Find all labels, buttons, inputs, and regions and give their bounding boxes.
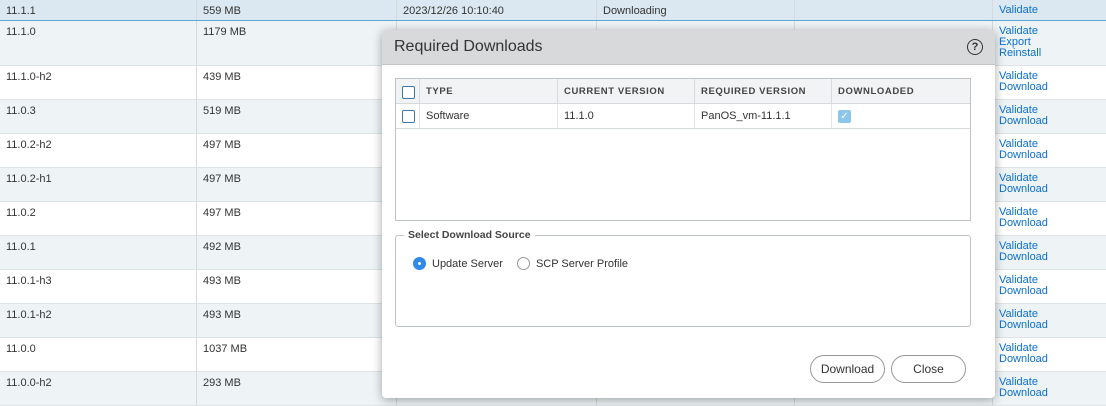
type-cell: Software — [420, 104, 558, 128]
table-row[interactable]: Software 11.1.0 PanOS_vm-11.1.1 ✓ — [396, 104, 970, 129]
required-downloads-dialog: Required Downloads ? TYPE CURRENT VERSIO… — [382, 30, 995, 398]
update-server-label[interactable]: Update Server — [432, 258, 503, 270]
required-downloads-table: TYPE CURRENT VERSION REQUIRED VERSION DO… — [395, 78, 971, 221]
select-all-checkbox[interactable] — [402, 86, 415, 99]
required-version-cell: PanOS_vm-11.1.1 — [695, 104, 832, 128]
dialog-title: Required Downloads — [394, 38, 543, 55]
download-source-fieldset: Select Download Source Update Server SCP… — [395, 229, 971, 327]
validate-link[interactable]: Validate — [999, 5, 1100, 16]
scp-server-profile-label[interactable]: SCP Server Profile — [536, 258, 628, 270]
version-cell: 11.1.1 — [0, 0, 197, 20]
download-button[interactable]: Download — [810, 355, 885, 383]
current-version-cell: 11.1.0 — [558, 104, 695, 128]
dialog-header: Required Downloads ? — [382, 30, 995, 65]
actions-cell: Validate — [993, 0, 1106, 20]
update-server-radio[interactable] — [413, 257, 426, 270]
column-required-version[interactable]: REQUIRED VERSION — [695, 79, 832, 103]
download-source-legend: Select Download Source — [404, 229, 535, 241]
close-button[interactable]: Close — [891, 355, 966, 383]
table-row[interactable]: 11.1.1 559 MB 2023/12/26 10:10:40 Downloadi… — [0, 0, 1106, 21]
help-icon[interactable]: ? — [967, 39, 983, 55]
table-header: TYPE CURRENT VERSION REQUIRED VERSION DO… — [396, 79, 970, 104]
size-cell: 559 MB — [197, 0, 397, 20]
column-downloaded[interactable]: DOWNLOADED — [832, 79, 970, 103]
downloaded-check-icon: ✓ — [838, 110, 851, 123]
notes-cell — [795, 0, 993, 20]
status-cell: Downloading — [597, 0, 795, 20]
column-type[interactable]: TYPE — [420, 79, 558, 103]
row-checkbox[interactable] — [402, 110, 415, 123]
column-current-version[interactable]: CURRENT VERSION — [558, 79, 695, 103]
release-date-cell: 2023/12/26 10:10:40 — [397, 0, 597, 20]
scp-server-profile-radio[interactable] — [516, 257, 530, 270]
